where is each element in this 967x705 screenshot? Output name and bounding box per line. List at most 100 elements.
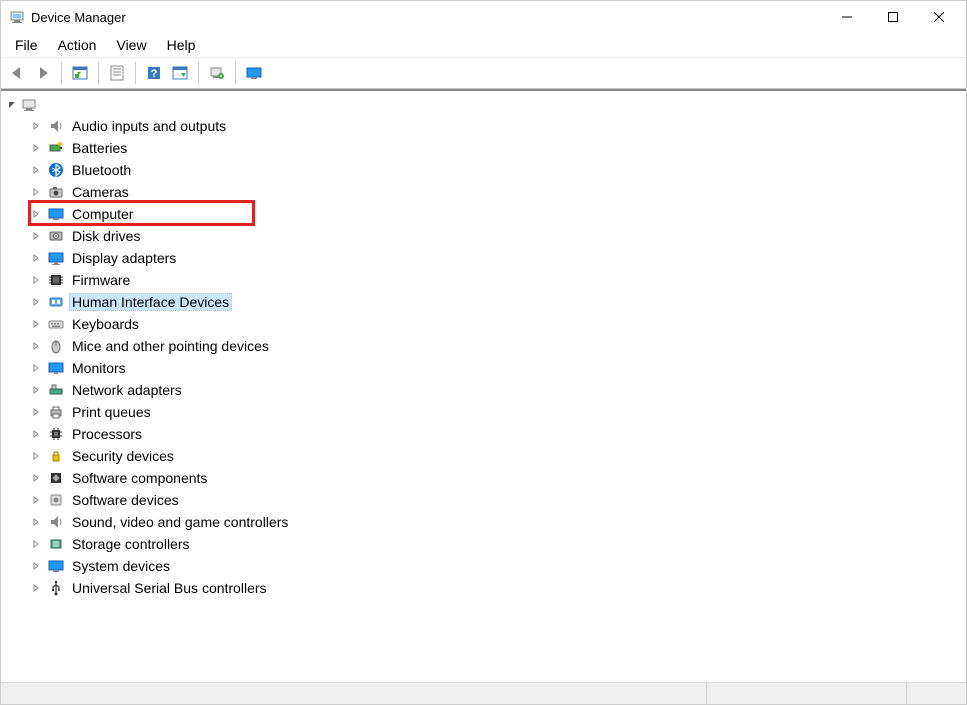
minimize-button[interactable] — [824, 2, 870, 32]
expand-icon[interactable] — [31, 407, 45, 417]
tree-item-label: Mice and other pointing devices — [69, 337, 272, 355]
maximize-icon — [888, 12, 898, 22]
camera-icon — [47, 183, 65, 201]
tree-item-label: Network adapters — [69, 381, 185, 399]
toolbar-separator — [135, 62, 136, 84]
close-button[interactable] — [916, 2, 962, 32]
tree-item-label: Universal Serial Bus controllers — [69, 579, 270, 597]
expand-icon[interactable] — [31, 341, 45, 351]
menu-view[interactable]: View — [106, 35, 156, 55]
tree-item-mice-and-other-pointing-devices[interactable]: Mice and other pointing devices — [1, 335, 966, 357]
toolbar-action-button[interactable] — [168, 61, 192, 85]
titlebar: Device Manager — [1, 1, 966, 33]
expand-icon[interactable] — [31, 473, 45, 483]
tree-item-label: Software devices — [69, 491, 182, 509]
bluetooth-icon — [47, 161, 65, 179]
printer-icon — [47, 403, 65, 421]
menu-help[interactable]: Help — [157, 35, 206, 55]
expand-icon[interactable] — [31, 451, 45, 461]
maximize-button[interactable] — [870, 2, 916, 32]
expand-icon[interactable] — [31, 165, 45, 175]
expand-icon[interactable] — [31, 495, 45, 505]
tree-item-label: Disk drives — [69, 227, 143, 245]
expand-icon[interactable] — [31, 297, 45, 307]
tree-item-storage-controllers[interactable]: Storage controllers — [1, 533, 966, 555]
expand-icon[interactable] — [31, 275, 45, 285]
tree-item-audio-inputs-and-outputs[interactable]: Audio inputs and outputs — [1, 115, 966, 137]
expand-icon[interactable] — [31, 231, 45, 241]
tree-item-software-devices[interactable]: Software devices — [1, 489, 966, 511]
tree-item-print-queues[interactable]: Print queues — [1, 401, 966, 423]
close-icon — [934, 12, 944, 22]
menubar: File Action View Help — [1, 33, 966, 57]
expand-icon[interactable] — [31, 583, 45, 593]
expand-icon[interactable] — [31, 517, 45, 527]
sound-icon — [47, 513, 65, 531]
tree-item-keyboards[interactable]: Keyboards — [1, 313, 966, 335]
toolbar-showhide-button[interactable] — [68, 61, 92, 85]
tree-item-label: Cameras — [69, 183, 132, 201]
toolbar-back-button[interactable] — [5, 61, 29, 85]
tree-item-system-devices[interactable]: System devices — [1, 555, 966, 577]
toolbar-scan-button[interactable] — [205, 61, 229, 85]
mouse-icon — [47, 337, 65, 355]
usb-icon — [47, 579, 65, 597]
expand-icon[interactable] — [31, 253, 45, 263]
toolbar-separator — [198, 62, 199, 84]
menu-action[interactable]: Action — [48, 35, 107, 55]
menu-file[interactable]: File — [5, 35, 48, 55]
expand-icon[interactable] — [31, 539, 45, 549]
tree-root[interactable] — [1, 95, 966, 115]
collapse-icon[interactable] — [5, 98, 19, 112]
expand-icon[interactable] — [31, 121, 45, 131]
scan-icon — [209, 65, 225, 81]
expand-icon[interactable] — [31, 209, 45, 219]
network-icon — [47, 381, 65, 399]
expand-icon[interactable] — [31, 319, 45, 329]
keyboard-icon — [47, 315, 65, 333]
app-icon — [9, 9, 25, 25]
tree-toggle-icon — [72, 65, 88, 81]
toolbar-forward-button[interactable] — [31, 61, 55, 85]
battery-icon — [47, 139, 65, 157]
software-dev-icon — [47, 491, 65, 509]
properties-icon — [109, 65, 125, 81]
tree-item-sound-video-and-game-controllers[interactable]: Sound, video and game controllers — [1, 511, 966, 533]
action-icon — [172, 65, 188, 81]
expand-icon[interactable] — [31, 187, 45, 197]
tree-item-universal-serial-bus-controllers[interactable]: Universal Serial Bus controllers — [1, 577, 966, 599]
tree-item-display-adapters[interactable]: Display adapters — [1, 247, 966, 269]
tree-item-disk-drives[interactable]: Disk drives — [1, 225, 966, 247]
tree-item-label: Keyboards — [69, 315, 142, 333]
tree-item-batteries[interactable]: Batteries — [1, 137, 966, 159]
tree-item-firmware[interactable]: Firmware — [1, 269, 966, 291]
expand-icon[interactable] — [31, 363, 45, 373]
storage-icon — [47, 535, 65, 553]
toolbar-help-button[interactable]: ? — [142, 61, 166, 85]
tree-item-computer[interactable]: Computer — [1, 203, 966, 225]
tree-item-label: Batteries — [69, 139, 130, 157]
tree-item-software-components[interactable]: Software components — [1, 467, 966, 489]
tree-item-cameras[interactable]: Cameras — [1, 181, 966, 203]
expand-icon[interactable] — [31, 143, 45, 153]
tree-item-monitors[interactable]: Monitors — [1, 357, 966, 379]
minimize-icon — [842, 12, 852, 22]
firmware-icon — [47, 271, 65, 289]
expand-icon[interactable] — [31, 561, 45, 571]
device-tree[interactable]: Audio inputs and outputs Batteries Bluetoo… — [1, 89, 966, 682]
tree-item-label: Processors — [69, 425, 145, 443]
toolbar-monitor-button[interactable] — [242, 61, 266, 85]
tree-item-bluetooth[interactable]: Bluetooth — [1, 159, 966, 181]
toolbar-separator — [235, 62, 236, 84]
tree-item-security-devices[interactable]: Security devices — [1, 445, 966, 467]
expand-icon[interactable] — [31, 385, 45, 395]
tree-item-label: Computer — [69, 205, 136, 223]
tree-item-label: Storage controllers — [69, 535, 193, 553]
tree-item-network-adapters[interactable]: Network adapters — [1, 379, 966, 401]
tree-item-label: Human Interface Devices — [69, 293, 232, 311]
tree-item-processors[interactable]: Processors — [1, 423, 966, 445]
computer-icon — [47, 205, 65, 223]
tree-item-human-interface-devices[interactable]: Human Interface Devices — [1, 291, 966, 313]
toolbar-properties-button[interactable] — [105, 61, 129, 85]
expand-icon[interactable] — [31, 429, 45, 439]
